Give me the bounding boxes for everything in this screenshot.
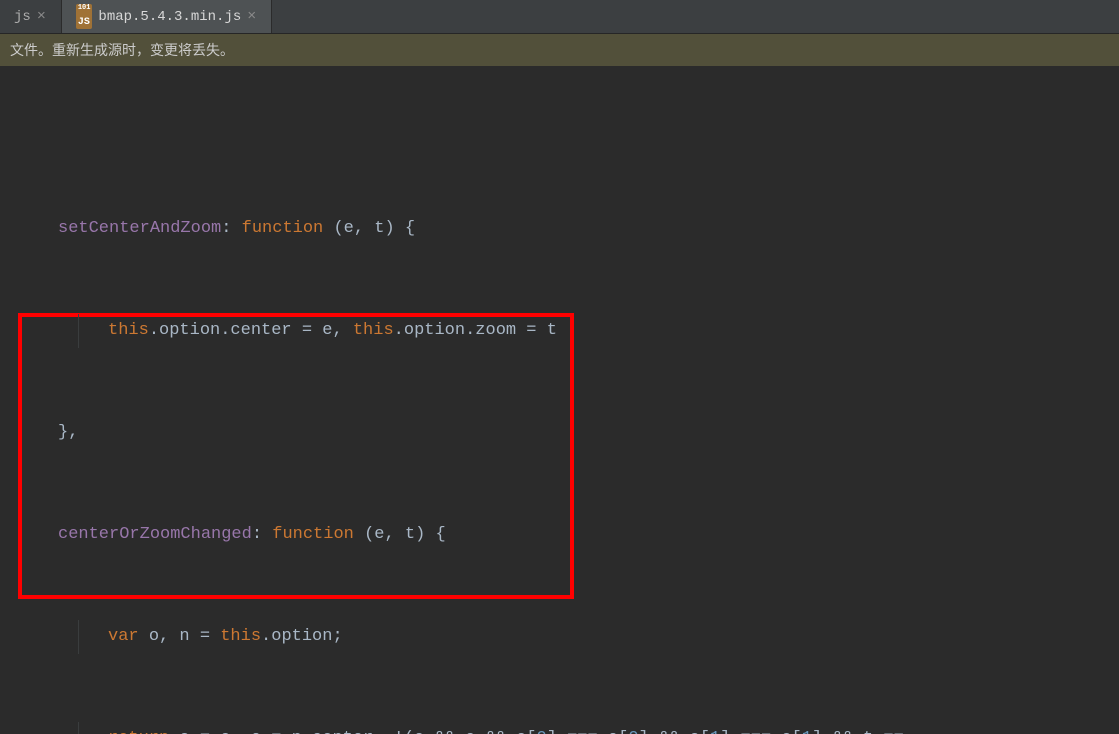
code-line: centerOrZoomChanged: function (e, t) {	[0, 518, 1119, 552]
tab-label: bmap.5.4.3.min.js	[98, 9, 241, 25]
code-editor[interactable]: setCenterAndZoom: function (e, t) { this…	[0, 66, 1119, 734]
code-line: var o, n = this.option;	[0, 620, 1119, 654]
banner-text: 文件。重新生成源时，变更将丢失。	[10, 40, 234, 60]
highlight-box	[18, 313, 574, 599]
close-icon[interactable]: ×	[247, 9, 257, 24]
code-line: this.option.center = e, this.option.zoom…	[0, 314, 1119, 348]
tab-bmap[interactable]: 101JS bmap.5.4.3.min.js ×	[62, 0, 272, 33]
code-line: },	[0, 416, 1119, 450]
generated-file-banner: 文件。重新生成源时，变更将丢失。	[0, 34, 1119, 66]
js-file-icon: 101JS	[76, 4, 93, 28]
close-icon[interactable]: ×	[37, 9, 47, 24]
code-line: return o = e, e = n.center, !(o && e && …	[0, 722, 1119, 734]
code-line: setCenterAndZoom: function (e, t) {	[0, 212, 1119, 246]
tab-js[interactable]: js ×	[0, 0, 62, 33]
tab-label: js	[14, 9, 31, 25]
tab-bar: js × 101JS bmap.5.4.3.min.js ×	[0, 0, 1119, 34]
